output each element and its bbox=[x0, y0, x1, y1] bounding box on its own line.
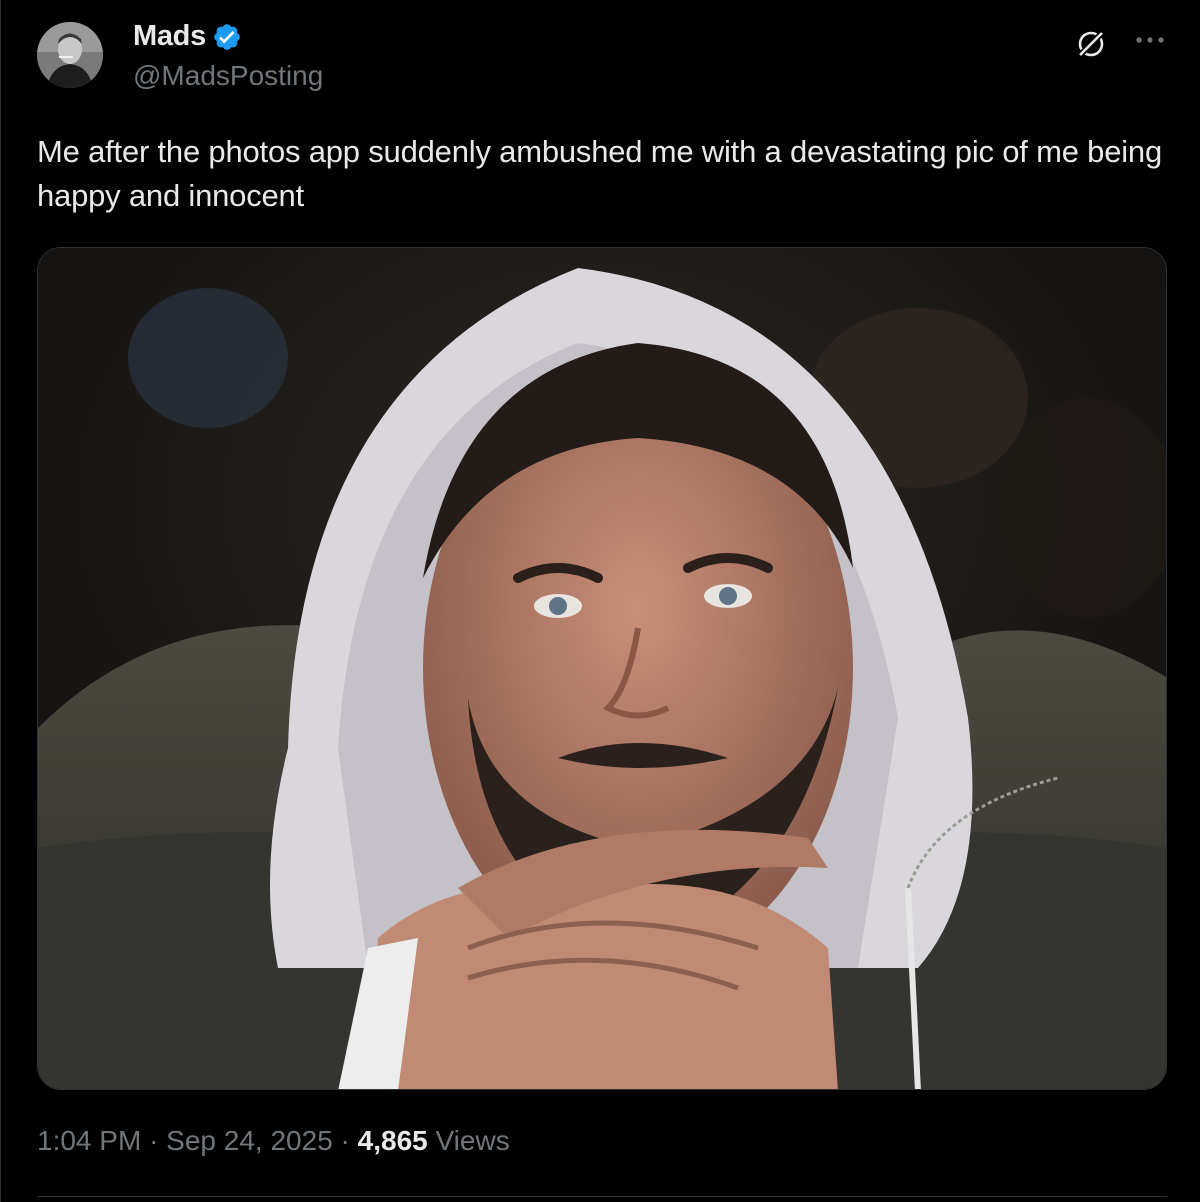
display-name[interactable]: Mads bbox=[133, 20, 206, 53]
more-options-button[interactable] bbox=[1127, 22, 1173, 58]
handle[interactable]: @MadsPosting bbox=[133, 60, 323, 92]
verified-badge-icon bbox=[214, 23, 240, 50]
tweet-photo[interactable] bbox=[37, 247, 1167, 1090]
meta-separator: · bbox=[149, 1125, 159, 1156]
avatar-image bbox=[37, 22, 103, 88]
tweet-meta: 1:04 PM · Sep 24, 2025 · 4,865 Views bbox=[37, 1125, 510, 1157]
photo-image bbox=[38, 248, 1166, 1089]
views-label: Views bbox=[435, 1125, 510, 1156]
tweet-text: Me after the photos app suddenly ambushe… bbox=[37, 134, 1163, 213]
views-count: 4,865 bbox=[357, 1125, 428, 1156]
avatar[interactable] bbox=[37, 22, 103, 88]
tweet-date[interactable]: Sep 24, 2025 bbox=[166, 1125, 333, 1156]
divider bbox=[37, 1196, 1167, 1197]
grok-icon bbox=[1076, 29, 1106, 59]
meta-separator-2: · bbox=[340, 1125, 350, 1156]
grok-button[interactable] bbox=[1071, 24, 1111, 64]
tweet-card: Mads @MadsPosting Me after the photos ap… bbox=[0, 0, 1200, 1202]
more-options-icon bbox=[1136, 37, 1164, 43]
author-name-row: Mads bbox=[133, 20, 242, 53]
tweet-time[interactable]: 1:04 PM bbox=[37, 1125, 141, 1156]
